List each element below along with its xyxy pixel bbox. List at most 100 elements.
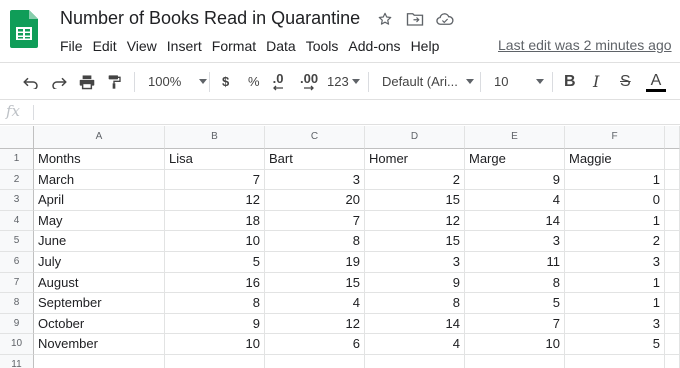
document-title[interactable]: Number of Books Read in Quarantine [60, 8, 360, 29]
cell-e7[interactable]: 8 [465, 272, 565, 294]
cell-b4[interactable]: 18 [165, 210, 265, 232]
cell-a4[interactable]: May [34, 210, 165, 232]
cell-b1[interactable]: Lisa [165, 149, 265, 170]
select-all-corner[interactable] [0, 126, 34, 149]
row-header[interactable]: 5 [0, 231, 34, 252]
cell-g4[interactable] [665, 210, 680, 232]
cell-e9[interactable]: 7 [465, 313, 565, 335]
cell-f10[interactable]: 5 [565, 334, 665, 355]
cell-b5[interactable]: 10 [165, 231, 265, 252]
zoom-select[interactable]: 100% [148, 63, 208, 100]
cell-d6[interactable]: 3 [365, 251, 465, 273]
cell-d8[interactable]: 8 [365, 293, 465, 314]
cell-f11[interactable] [565, 354, 665, 368]
cell-f8[interactable]: 1 [565, 293, 665, 314]
column-header-b[interactable]: B [165, 126, 265, 149]
cloud-status-icon[interactable] [436, 10, 454, 28]
cell-c4[interactable]: 7 [265, 210, 365, 232]
cell-b11[interactable] [165, 354, 265, 368]
menu-format[interactable]: Format [207, 37, 261, 55]
column-header-f[interactable]: F [565, 126, 665, 149]
cell-d10[interactable]: 4 [365, 334, 465, 355]
cell-g3[interactable] [665, 190, 680, 211]
cell-g11[interactable] [665, 354, 680, 368]
menu-edit[interactable]: Edit [88, 37, 122, 55]
cell-d4[interactable]: 12 [365, 210, 465, 232]
cell-d1[interactable]: Homer [365, 149, 465, 170]
sheets-logo-icon[interactable] [10, 10, 38, 48]
cell-f1[interactable]: Maggie [565, 149, 665, 170]
column-header-a[interactable]: A [34, 126, 165, 149]
cell-g8[interactable] [665, 293, 680, 314]
cell-g1[interactable] [665, 149, 680, 170]
cell-c10[interactable]: 6 [265, 334, 365, 355]
cell-d9[interactable]: 14 [365, 313, 465, 335]
cell-d7[interactable]: 9 [365, 272, 465, 294]
move-to-folder-icon[interactable] [406, 10, 424, 28]
cell-d5[interactable]: 15 [365, 231, 465, 252]
cell-e2[interactable]: 9 [465, 169, 565, 191]
redo-icon[interactable] [50, 63, 68, 100]
row-header[interactable]: 4 [0, 210, 34, 232]
cell-a1[interactable]: Months [34, 149, 165, 170]
cell-d11[interactable] [365, 354, 465, 368]
text-color-button[interactable]: A [646, 63, 666, 100]
cell-e3[interactable]: 4 [465, 190, 565, 211]
menu-insert[interactable]: Insert [162, 37, 207, 55]
print-icon[interactable] [78, 63, 96, 100]
cell-f2[interactable]: 1 [565, 169, 665, 191]
cell-g9[interactable] [665, 313, 680, 335]
cell-g5[interactable] [665, 231, 680, 252]
font-family-select[interactable]: Default (Ari... [382, 63, 474, 100]
cell-c11[interactable] [265, 354, 365, 368]
cell-f6[interactable]: 3 [565, 251, 665, 273]
cell-b9[interactable]: 9 [165, 313, 265, 335]
cell-f3[interactable]: 0 [565, 190, 665, 211]
cell-a10[interactable]: November [34, 334, 165, 355]
cell-e10[interactable]: 10 [465, 334, 565, 355]
cell-e6[interactable]: 11 [465, 251, 565, 273]
cell-d3[interactable]: 15 [365, 190, 465, 211]
cell-c1[interactable]: Bart [265, 149, 365, 170]
row-header[interactable]: 7 [0, 272, 34, 294]
format-percent-button[interactable]: % [248, 63, 260, 100]
cell-f7[interactable]: 1 [565, 272, 665, 294]
cell-a3[interactable]: April [34, 190, 165, 211]
cell-e8[interactable]: 5 [465, 293, 565, 314]
row-header[interactable]: 9 [0, 313, 34, 335]
menu-data[interactable]: Data [261, 37, 301, 55]
cell-a11[interactable] [34, 354, 165, 368]
cell-a8[interactable]: September [34, 293, 165, 314]
column-header-c[interactable]: C [265, 126, 365, 149]
cell-f4[interactable]: 1 [565, 210, 665, 232]
cell-a5[interactable]: June [34, 231, 165, 252]
increase-decimal-button[interactable]: .00 [300, 63, 318, 100]
strikethrough-button[interactable]: S [620, 63, 631, 100]
cell-b7[interactable]: 16 [165, 272, 265, 294]
cell-b10[interactable]: 10 [165, 334, 265, 355]
cell-a2[interactable]: March [34, 169, 165, 191]
decrease-decimal-button[interactable]: .0 [272, 63, 284, 100]
column-header-d[interactable]: D [365, 126, 465, 149]
row-header[interactable]: 2 [0, 169, 34, 191]
font-size-select[interactable]: 10 [494, 63, 545, 100]
cell-c5[interactable]: 8 [265, 231, 365, 252]
cell-f5[interactable]: 2 [565, 231, 665, 252]
cell-b8[interactable]: 8 [165, 293, 265, 314]
cell-g7[interactable] [665, 272, 680, 294]
cell-c7[interactable]: 15 [265, 272, 365, 294]
bold-button[interactable]: B [564, 63, 576, 100]
cell-c2[interactable]: 3 [265, 169, 365, 191]
cell-e5[interactable]: 3 [465, 231, 565, 252]
menu-add-ons[interactable]: Add-ons [343, 37, 405, 55]
cell-c6[interactable]: 19 [265, 251, 365, 273]
cell-e11[interactable] [465, 354, 565, 368]
menu-file[interactable]: File [55, 37, 88, 55]
row-header[interactable]: 8 [0, 293, 34, 314]
undo-icon[interactable] [22, 63, 40, 100]
cell-c8[interactable]: 4 [265, 293, 365, 314]
more-formats-select[interactable]: 123 [327, 63, 360, 100]
cell-c9[interactable]: 12 [265, 313, 365, 335]
last-edit-link[interactable]: Last edit was 2 minutes ago [498, 37, 672, 53]
menu-tools[interactable]: Tools [301, 37, 344, 55]
